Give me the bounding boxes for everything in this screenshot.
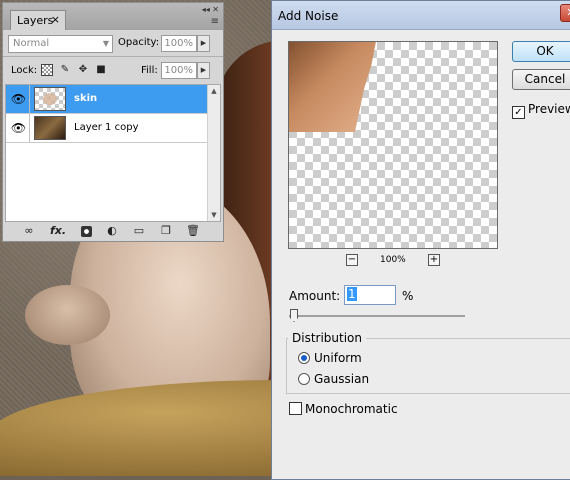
radio-uniform[interactable]: Uniform (298, 351, 362, 365)
layers-panel-footer: ∞ fx. ◐ ▭ ❐ 🗑 (3, 222, 223, 241)
zoom-out-button[interactable]: − (346, 254, 358, 266)
radio-gaussian-label: Gaussian (314, 372, 370, 386)
layer-thumbnail-skin (34, 87, 66, 111)
close-icon[interactable]: ✕ (560, 4, 570, 22)
add-noise-dialog: Add Noise ✕ − 100% + OK Cancel ✓Preview … (271, 0, 570, 480)
adjustment-icon[interactable]: ◐ (104, 224, 120, 238)
lock-all-icon[interactable]: ■ (95, 64, 107, 76)
amount-label: Amount: (289, 289, 341, 303)
blend-mode-value: Normal (13, 38, 50, 49)
tab-layers[interactable]: Layers × (10, 10, 66, 30)
layer-list-scrollbar[interactable]: ▲ ▼ (207, 85, 220, 221)
chevron-down-icon: ▼ (102, 39, 109, 48)
amount-unit: % (402, 289, 414, 303)
filter-preview[interactable] (288, 41, 498, 249)
link-icon[interactable]: ∞ (21, 224, 37, 238)
panel-menu-icon[interactable]: ≡ (211, 16, 219, 27)
new-layer-icon[interactable]: ❐ (158, 224, 174, 238)
tab-layers-label: Layers (17, 14, 54, 27)
blend-opacity-row: Normal ▼ Opacity: 100% ▶ (3, 30, 223, 56)
opacity-input[interactable]: 100% (161, 35, 197, 52)
lock-transparency-icon[interactable] (41, 64, 53, 76)
lock-label: Lock: (11, 65, 38, 76)
preview-checkbox[interactable]: ✓ Preview (512, 102, 570, 119)
mask-icon[interactable] (81, 226, 92, 237)
dialog-title: Add Noise (272, 1, 570, 30)
group-folder-icon[interactable]: ▭ (131, 224, 147, 238)
fill-label: Fill: (141, 65, 158, 76)
radio-uniform-label: Uniform (314, 351, 362, 365)
cancel-button[interactable]: Cancel (512, 69, 570, 90)
opacity-slider-toggle-icon[interactable]: ▶ (197, 35, 210, 52)
opacity-label: Opacity: (118, 37, 160, 48)
amount-value: 1 (347, 287, 357, 301)
monochromatic-checkbox[interactable]: Monochromatic (289, 402, 398, 416)
tab-close-icon[interactable]: × (51, 13, 60, 26)
radio-unselected-icon (298, 373, 310, 385)
layer-name: Layer 1 copy (74, 122, 139, 133)
zoom-value: 100% (380, 255, 406, 265)
lock-fill-row: Lock: ✎ ✥ ■ Fill: 100% ▶ (3, 56, 223, 83)
fx-icon[interactable]: fx. (47, 224, 69, 238)
scroll-up-icon[interactable]: ▲ (208, 87, 220, 95)
layer-list: 👁 skin 👁 Layer 1 copy ▲ ▼ (5, 84, 221, 222)
amount-slider-track[interactable] (289, 315, 465, 317)
ok-button[interactable]: OK (512, 41, 570, 62)
radio-gaussian[interactable]: Gaussian (298, 372, 369, 386)
zoom-controls: − 100% + (346, 253, 446, 269)
layer-name: skin (74, 93, 98, 104)
zoom-in-button[interactable]: + (428, 254, 440, 266)
preview-skin-shape (289, 42, 377, 132)
preview-label: Preview (528, 102, 570, 116)
layer-row-skin[interactable]: 👁 skin (6, 85, 220, 114)
fill-slider-toggle-icon[interactable]: ▶ (197, 62, 210, 79)
layer-thumbnail-layer-1-copy (34, 116, 66, 140)
distribution-title: Distribution (288, 331, 367, 345)
fill-input[interactable]: 100% (161, 62, 197, 79)
scroll-down-icon[interactable]: ▼ (208, 211, 220, 219)
figure-arm (25, 285, 110, 345)
checkmark-icon: ✓ (512, 106, 525, 119)
lock-move-icon[interactable]: ✥ (77, 64, 89, 76)
blend-mode-select[interactable]: Normal ▼ (8, 35, 113, 53)
layers-panel-tabbar: Layers × ◂◂ ✕ ≡ (3, 3, 223, 30)
trash-icon[interactable]: 🗑 (185, 224, 201, 238)
eye-icon[interactable]: 👁 (8, 114, 30, 142)
amount-input[interactable]: 1 (344, 285, 396, 305)
layers-panel: Layers × ◂◂ ✕ ≡ Normal ▼ Opacity: 100% ▶… (2, 2, 224, 242)
layer-row-layer-1-copy[interactable]: 👁 Layer 1 copy (6, 114, 220, 143)
radio-selected-icon (298, 352, 310, 364)
monochromatic-label: Monochromatic (305, 402, 398, 416)
checkbox-empty-icon (289, 402, 302, 415)
lock-brush-icon[interactable]: ✎ (59, 64, 71, 76)
panel-collapse-controls[interactable]: ◂◂ ✕ (202, 5, 219, 14)
amount-slider-thumb[interactable] (290, 309, 298, 322)
eye-icon[interactable]: 👁 (8, 85, 30, 113)
